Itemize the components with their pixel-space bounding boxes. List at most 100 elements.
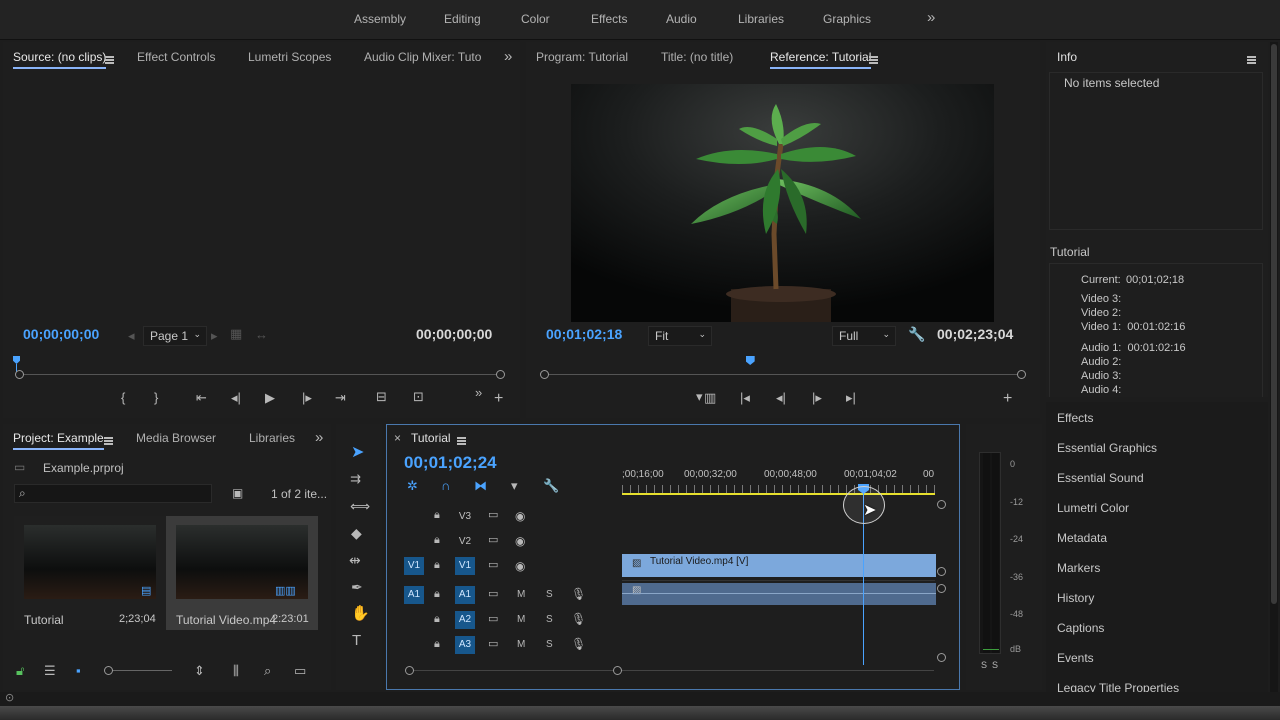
sync-lock-v3-icon[interactable]: ▭ xyxy=(488,510,498,521)
panel-metadata[interactable]: Metadata xyxy=(1057,531,1107,545)
play-icon[interactable]: ▶ xyxy=(265,391,275,404)
add-marker-icon[interactable]: ▾ xyxy=(511,479,518,492)
go-to-out-icon[interactable]: ⇥ xyxy=(335,391,346,404)
wrench-icon[interactable]: 🔧 xyxy=(908,327,925,341)
right-scrollbar[interactable] xyxy=(1270,42,1278,692)
automate-icon[interactable]: ⫼ xyxy=(233,664,239,677)
source-patch-a1[interactable]: A1 xyxy=(404,586,424,604)
sync-lock-a2-icon[interactable]: ▭ xyxy=(488,614,498,625)
panel-captions[interactable]: Captions xyxy=(1057,621,1104,635)
tab-title[interactable]: Title: (no title) xyxy=(661,50,733,64)
linked-selection-icon[interactable]: ⧓ xyxy=(474,479,487,492)
mute-a3[interactable]: M xyxy=(517,639,525,650)
lock-a1-icon[interactable]: 🔒︎ xyxy=(434,589,440,600)
project-tabs-overflow-icon[interactable]: » xyxy=(315,430,323,445)
lock-v3-icon[interactable]: 🔒︎ xyxy=(434,510,440,521)
type-tool-icon[interactable]: T xyxy=(352,633,361,648)
voiceover-a3-icon[interactable]: 🎙︎ xyxy=(571,638,586,650)
timeline-zoom-end-handle[interactable] xyxy=(613,666,622,675)
ripple-edit-tool-icon[interactable]: ⟺ xyxy=(350,499,370,513)
lock-icon[interactable]: 🔓︎ xyxy=(16,664,24,677)
find-icon[interactable]: ⌕ xyxy=(264,664,271,677)
info-menu-icon[interactable] xyxy=(1247,52,1256,66)
track-v3-label[interactable]: V3 xyxy=(455,511,475,522)
a-scroll-start-handle[interactable] xyxy=(937,584,946,593)
mark-in-icon[interactable]: { xyxy=(121,391,125,404)
step-back-icon[interactable]: ◂| xyxy=(231,391,241,404)
icon-view-icon[interactable]: ▪ xyxy=(76,664,81,677)
ref-go-to-out-icon[interactable]: ▸| xyxy=(846,391,856,404)
ref-go-to-in-icon[interactable]: |◂ xyxy=(740,391,750,404)
prev-page-icon[interactable]: ◂ xyxy=(128,329,135,342)
mute-a1[interactable]: M xyxy=(517,589,525,600)
source-range-end-handle[interactable] xyxy=(496,370,505,379)
hand-tool-icon[interactable]: ✋ xyxy=(351,606,370,621)
timeline-timecode[interactable]: 00;01;02;24 xyxy=(404,453,497,473)
timeline-settings-icon[interactable]: 🔧 xyxy=(543,479,559,492)
tab-media-browser[interactable]: Media Browser xyxy=(136,431,216,445)
lock-a3-icon[interactable]: 🔒︎ xyxy=(434,639,440,650)
page-select[interactable]: Page 1 ⌄ xyxy=(143,326,207,346)
step-forward-icon[interactable]: |▸ xyxy=(302,391,312,404)
source-patch-v1[interactable]: V1 xyxy=(404,557,424,575)
quality-select[interactable]: Full ⌄ xyxy=(832,326,896,346)
program-add-button-icon[interactable]: + xyxy=(1003,391,1012,407)
a-scroll-end-handle[interactable] xyxy=(937,653,946,662)
workspace-tab-effects[interactable]: Effects xyxy=(591,12,627,26)
zoom-slider[interactable] xyxy=(104,666,172,675)
workspace-tab-libraries[interactable]: Libraries xyxy=(738,12,784,26)
project-menu-icon[interactable] xyxy=(104,433,113,447)
panel-events[interactable]: Events xyxy=(1057,651,1094,665)
track-a1-label[interactable]: A1 xyxy=(455,586,475,604)
sync-lock-v1-icon[interactable]: ▭ xyxy=(488,560,498,571)
source-add-button-icon[interactable]: + xyxy=(494,391,503,407)
razor-tool-icon[interactable]: ◆ xyxy=(351,526,362,540)
panel-legacy-title-properties[interactable]: Legacy Title Properties xyxy=(1057,681,1179,692)
timeline-tab[interactable]: Tutorial xyxy=(411,431,451,445)
meter-solo-left[interactable]: S xyxy=(981,660,987,670)
tab-audio-clip-mixer[interactable]: Audio Clip Mixer: Tutoria xyxy=(364,50,481,64)
fit-width-icon[interactable]: ↔ xyxy=(255,328,268,341)
sync-lock-a1-icon[interactable]: ▭ xyxy=(488,589,498,600)
track-a3-label[interactable]: A3 xyxy=(455,636,475,654)
work-area-bar[interactable] xyxy=(622,493,935,495)
nest-icon[interactable]: ✲ xyxy=(407,479,418,492)
tab-lumetri-scopes[interactable]: Lumetri Scopes xyxy=(248,50,331,64)
source-scrub-bar[interactable] xyxy=(20,374,501,375)
panel-essential-graphics[interactable]: Essential Graphics xyxy=(1057,441,1157,455)
insert-icon[interactable]: ⊟ xyxy=(376,390,387,403)
lock-a2-icon[interactable]: 🔒︎ xyxy=(434,614,440,625)
source-tabs-overflow-icon[interactable]: » xyxy=(504,49,512,64)
ref-step-back-icon[interactable]: ◂| xyxy=(776,391,786,404)
tab-source[interactable]: Source: (no clips) xyxy=(13,50,107,69)
meter-solo-right[interactable]: S xyxy=(992,660,998,670)
sort-icon[interactable]: ⇕ xyxy=(194,664,205,677)
program-range-end-handle[interactable] xyxy=(1017,370,1026,379)
source-range-start-handle[interactable] xyxy=(15,370,24,379)
panel-lumetri-color[interactable]: Lumetri Color xyxy=(1057,501,1129,515)
timeline-zoom-start-handle[interactable] xyxy=(405,666,414,675)
new-search-bin-icon[interactable]: ▣ xyxy=(232,487,243,499)
video-clip[interactable]: ▨ Tutorial Video.mp4 [V] xyxy=(622,554,936,577)
v-scroll-end-handle[interactable] xyxy=(937,567,946,576)
go-to-in-icon[interactable]: ⇤ xyxy=(196,391,207,404)
workspace-tab-assembly[interactable]: Assembly xyxy=(354,12,406,26)
track-v2-label[interactable]: V2 xyxy=(455,536,475,547)
eye-v3-icon[interactable]: ◉ xyxy=(515,510,525,522)
source-timecode-in[interactable]: 00;00;00;00 xyxy=(23,326,99,342)
new-bin-icon[interactable]: ▭ xyxy=(294,664,306,677)
sync-lock-a3-icon[interactable]: ▭ xyxy=(488,639,498,650)
eye-v1-icon[interactable]: ◉ xyxy=(515,560,525,572)
workspace-tab-color[interactable]: Color xyxy=(521,12,550,26)
workspace-tab-audio[interactable]: Audio xyxy=(666,12,697,26)
selection-tool-icon[interactable]: ➤ xyxy=(351,445,364,461)
solo-a1[interactable]: S xyxy=(546,589,553,600)
source-menu-icon[interactable] xyxy=(105,52,114,66)
grid-icon[interactable]: ▦ xyxy=(230,327,242,340)
pen-tool-icon[interactable]: ✒ xyxy=(351,580,363,594)
panel-effects[interactable]: Effects xyxy=(1057,411,1093,425)
voiceover-a1-icon[interactable]: 🎙︎ xyxy=(571,588,586,600)
ref-step-forward-icon[interactable]: |▸ xyxy=(812,391,822,404)
panel-essential-sound[interactable]: Essential Sound xyxy=(1057,471,1144,485)
marker-icon[interactable]: ▾ xyxy=(696,390,703,403)
